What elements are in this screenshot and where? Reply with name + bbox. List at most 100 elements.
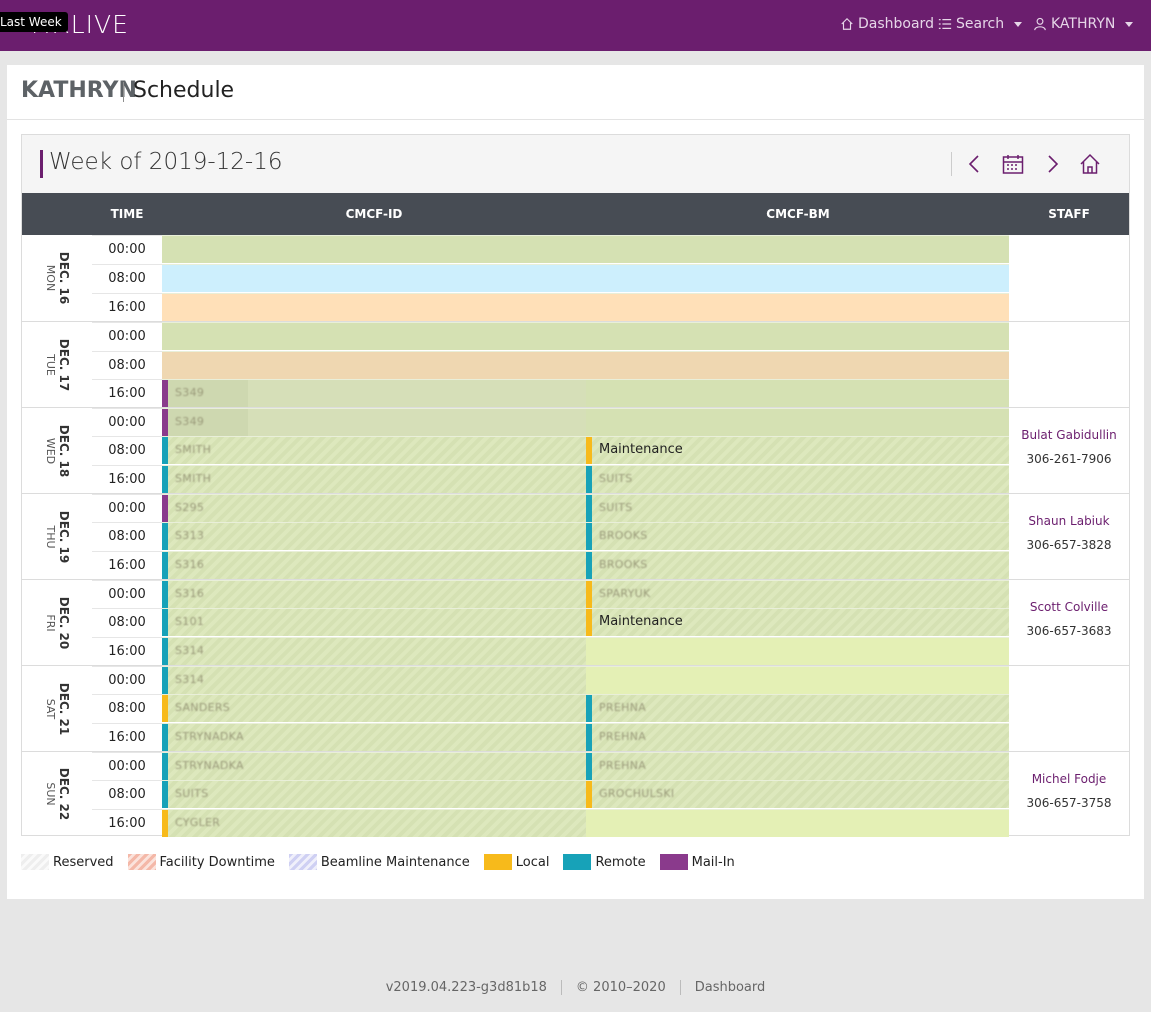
time-slot: 00:00 — [92, 666, 162, 694]
schedule-table-header: TIME CMCF-ID CMCF-BM STAFF — [22, 193, 1129, 235]
booking-cell[interactable]: S349 — [162, 379, 586, 407]
remote-marker — [586, 552, 592, 579]
time-slot: 16:00 — [92, 809, 162, 837]
legend-item-remote: Remote — [563, 854, 646, 870]
booking-cell[interactable]: S101 — [162, 608, 586, 636]
list-icon — [938, 18, 952, 30]
legend-item-reserved: Reserved — [21, 854, 114, 870]
remote-marker — [586, 495, 592, 522]
nav-search[interactable]: Search — [938, 16, 1023, 32]
booking-label: SUITS — [175, 787, 209, 800]
legend-swatch — [288, 854, 317, 870]
booking-label: S314 — [175, 644, 205, 657]
booking-cell[interactable]: CYGLER — [162, 809, 586, 837]
nav-dashboard[interactable]: Dashboard — [840, 16, 934, 32]
day-date: DEC. 22 — [57, 767, 71, 821]
legend-item-downtime: Facility Downtime — [127, 854, 275, 870]
time-slot: 00:00 — [92, 322, 162, 350]
time-slot: 08:00 — [92, 780, 162, 808]
user-icon — [1034, 17, 1046, 31]
booking-cell[interactable]: SUITS — [586, 494, 1009, 522]
day-row-fri: DEC. 20 FRI 00:00 08:00 16:00 S316 SPARYU… — [22, 580, 1129, 666]
booking-cell[interactable]: BROOKS — [586, 551, 1009, 579]
booking-cell[interactable]: STRYNADKA — [162, 752, 586, 780]
booking-label: SANDERS — [175, 701, 231, 714]
shift-cell[interactable] — [586, 379, 1009, 407]
staff-name[interactable]: Scott Colville — [1009, 600, 1129, 614]
booking-label: PREHNA — [599, 730, 647, 743]
booking-cell[interactable]: BROOKS — [586, 522, 1009, 550]
time-slot: 16:00 — [92, 465, 162, 493]
day-weekday: TUE — [44, 353, 57, 376]
remote-marker — [162, 437, 168, 464]
shift-cell[interactable] — [162, 235, 1009, 263]
booking-cell[interactable]: STRYNADKA — [162, 723, 586, 751]
booking-cell[interactable]: SMITH — [162, 436, 586, 464]
booking-label: SPARYUK — [599, 587, 651, 600]
booking-label: BROOKS — [599, 558, 648, 571]
booking-cell[interactable]: PREHNA — [586, 723, 1009, 751]
schedule-card: Week of 2019-12-16 TIME CMCF-ID CMCF-BM … — [21, 134, 1130, 837]
booking-cell[interactable]: Maintenance — [586, 608, 1009, 636]
booking-cell[interactable]: GROCHULSKI — [586, 780, 1009, 808]
time-slot: 08:00 — [92, 436, 162, 464]
booking-cell[interactable]: SANDERS — [162, 694, 586, 722]
booking-cell[interactable]: SUITS — [162, 780, 586, 808]
shift-cell[interactable] — [162, 351, 1009, 379]
previous-week-button[interactable] — [961, 150, 989, 178]
title-divider — [123, 82, 124, 102]
remote-marker — [162, 781, 168, 808]
booking-cell[interactable]: S295 — [162, 494, 586, 522]
booking-cell[interactable]: S316 — [162, 580, 586, 608]
shift-cell[interactable] — [586, 666, 1009, 694]
time-slot: 08:00 — [92, 522, 162, 550]
shift-cell[interactable] — [586, 637, 1009, 665]
day-label: DEC. 21 SAT — [22, 666, 92, 751]
booking-cell[interactable]: S316 — [162, 551, 586, 579]
current-week-button[interactable] — [1076, 150, 1104, 178]
staff-name[interactable]: Bulat Gabidullin — [1009, 428, 1129, 442]
nav-dashboard-label: Dashboard — [858, 16, 934, 32]
day-row-sun: DEC. 22 SUN 00:00 08:00 16:00 STRYNADKA P… — [22, 752, 1129, 837]
calendar-button[interactable] — [999, 150, 1027, 178]
time-slot: 00:00 — [92, 494, 162, 522]
shift-cell[interactable] — [162, 264, 1009, 292]
remote-marker — [162, 552, 168, 579]
remote-marker — [162, 667, 168, 694]
top-navbar: MXLIVE Last Week Dashboard Search KATHRY… — [0, 0, 1151, 51]
booking-cell[interactable]: S349 — [162, 408, 586, 436]
booking-cell[interactable]: S314 — [162, 666, 586, 694]
booking-cell[interactable]: SPARYUK — [586, 580, 1009, 608]
staff-name[interactable]: Shaun Labiuk — [1009, 514, 1129, 528]
booking-label: PREHNA — [599, 759, 647, 772]
booking-label: PREHNA — [599, 701, 647, 714]
column-header-staff: STAFF — [1048, 207, 1090, 221]
footer-dashboard-link[interactable]: Dashboard — [681, 980, 780, 995]
legend-item-maintenance: Beamline Maintenance — [288, 854, 470, 870]
booking-label: STRYNADKA — [175, 730, 244, 743]
legend-swatch — [127, 854, 156, 870]
shift-cell[interactable] — [586, 809, 1009, 837]
booking-label: S316 — [175, 587, 205, 600]
shift-cell[interactable] — [162, 322, 1009, 350]
booking-label: SUITS — [599, 501, 633, 514]
staff-contact: Michel Fodje 306-657-3758 — [1009, 772, 1129, 810]
shift-cell[interactable] — [162, 293, 1009, 321]
booking-cell[interactable]: SMITH — [162, 465, 586, 493]
day-weekday: WED — [44, 437, 57, 464]
next-week-button[interactable] — [1038, 150, 1066, 178]
booking-cell[interactable]: PREHNA — [586, 752, 1009, 780]
booking-cell[interactable]: PREHNA — [586, 694, 1009, 722]
time-slot: 16:00 — [92, 551, 162, 579]
shift-cell[interactable] — [586, 408, 1009, 436]
time-slot: 16:00 — [92, 637, 162, 665]
time-slot: 08:00 — [92, 608, 162, 636]
legend-label: Facility Downtime — [159, 854, 275, 870]
booking-cell[interactable]: S314 — [162, 637, 586, 665]
local-marker — [162, 695, 168, 722]
booking-cell[interactable]: SUITS — [586, 465, 1009, 493]
booking-cell[interactable]: Maintenance — [586, 436, 1009, 464]
booking-cell[interactable]: S313 — [162, 522, 586, 550]
staff-name[interactable]: Michel Fodje — [1009, 772, 1129, 786]
nav-user-menu[interactable]: KATHRYN — [1033, 16, 1134, 32]
